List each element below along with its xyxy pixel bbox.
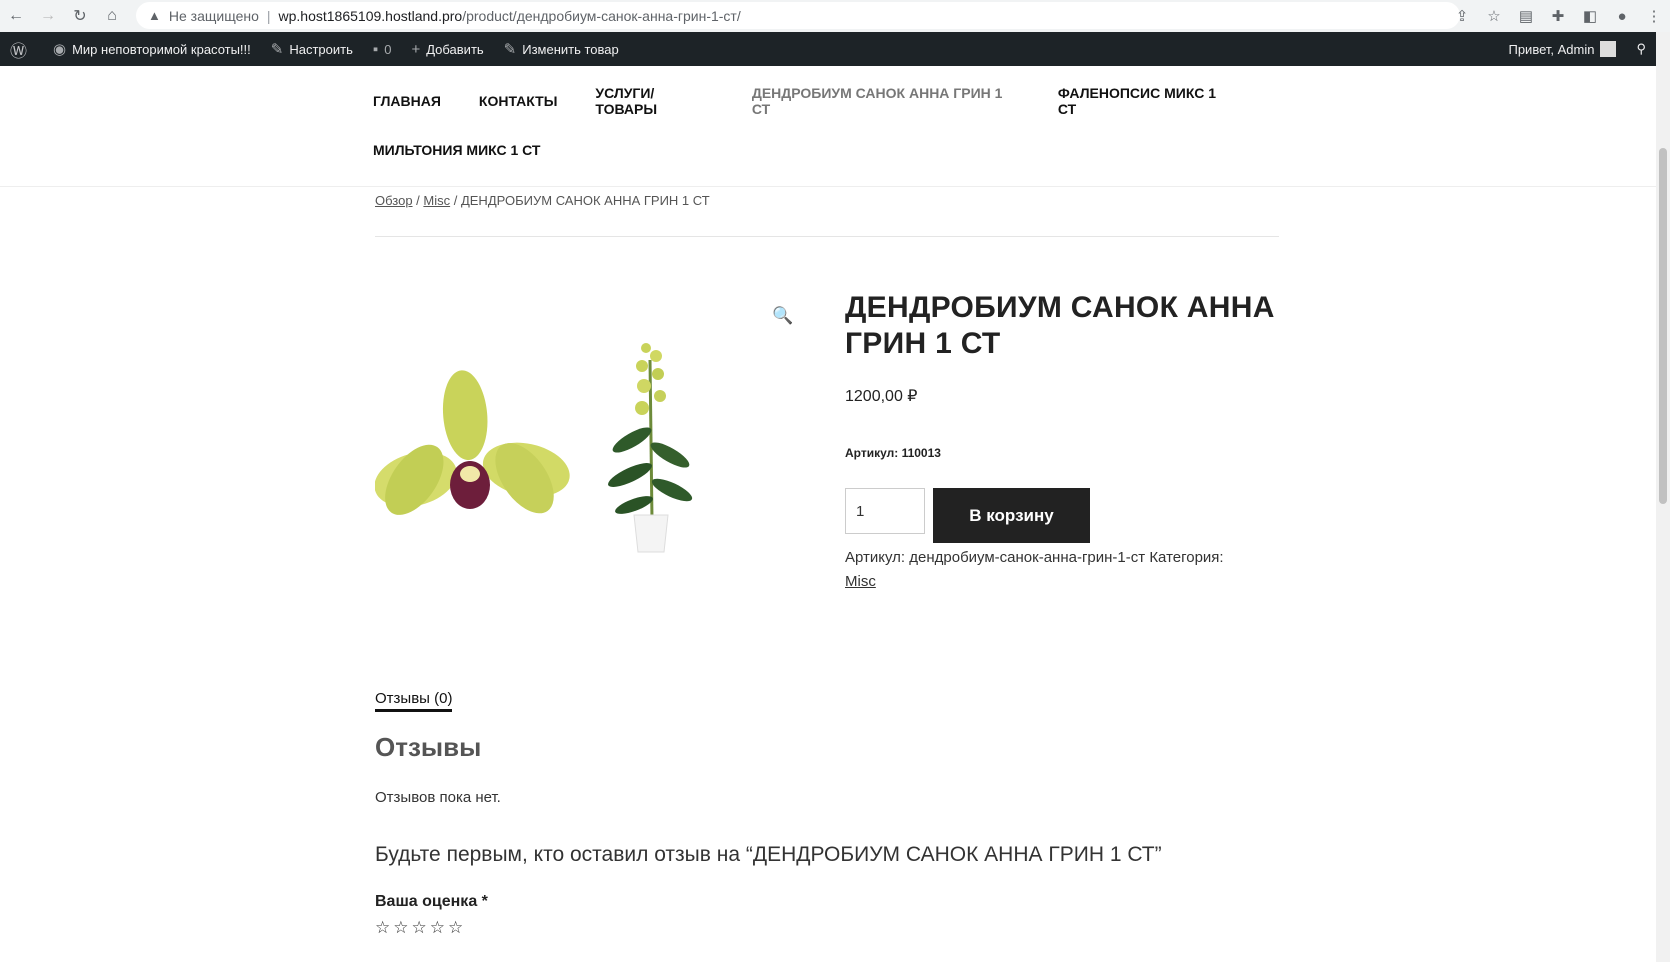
potted-plant — [608, 343, 693, 553]
comment-icon: ▪ — [372, 40, 379, 58]
breadcrumb: Обзор / Misc / ДЕНДРОБИУМ САНОК АННА ГРИ… — [375, 193, 710, 208]
dashboard-icon: ◉ — [53, 41, 67, 58]
url-host: wp.host1865109.hostland.pro — [278, 7, 463, 24]
edit-product-button[interactable]: ✎ Изменить товар — [494, 32, 629, 66]
reload-icon[interactable]: ↻ — [64, 0, 96, 32]
product-gallery[interactable] — [374, 290, 795, 610]
star-3-icon[interactable]: ☆ — [412, 918, 427, 938]
avatar — [1600, 41, 1617, 57]
home-icon[interactable]: ⌂ — [96, 0, 128, 32]
breadcrumb-category-link[interactable]: Misc — [423, 193, 450, 208]
back-icon[interactable]: ← — [0, 0, 32, 32]
review-form-title: Будьте первым, кто оставил отзыв на “ДЕН… — [375, 843, 1162, 866]
reviews-heading: Отзывы — [375, 732, 482, 762]
warning-icon: ▲ — [148, 8, 161, 23]
product-image — [374, 343, 693, 553]
required-mark: * — [481, 893, 488, 910]
quantity-input[interactable] — [845, 488, 925, 534]
plus-icon: + — [411, 40, 421, 58]
meta-category-link[interactable]: Misc — [845, 573, 876, 590]
bookmark-star-icon[interactable]: ☆ — [1478, 0, 1510, 32]
rating-stars: ☆ ☆ ☆ ☆ ☆ — [375, 918, 466, 938]
admin-bar-right: Привет, Admin ⚲ — [1498, 32, 1656, 66]
pencil-icon: ✎ — [503, 41, 517, 58]
star-5-icon[interactable]: ☆ — [448, 918, 463, 938]
orchid-bloom — [374, 370, 570, 515]
breadcrumb-divider — [375, 236, 1279, 237]
product-price: 1200,00 ₽ — [845, 388, 918, 405]
browser-toolbar: ← → ↻ ⌂ ▲ Не защищено | wp.host1865109.h… — [0, 0, 1670, 32]
address-bar[interactable]: ▲ Не защищено | wp.host1865109.hostland.… — [136, 2, 1460, 29]
tab-search-icon[interactable]: ▤ — [1510, 0, 1542, 32]
nav-item-home[interactable]: ГЛАВНАЯ — [373, 93, 441, 109]
brush-icon: ✎ — [270, 41, 284, 58]
product-title: ДЕНДРОБИУМ САНОК АННА ГРИН 1 СТ — [845, 291, 1275, 360]
comments-button[interactable]: ▪ 0 — [363, 32, 402, 66]
header-divider — [0, 186, 1656, 187]
star-1-icon[interactable]: ☆ — [375, 918, 390, 938]
my-account-button[interactable]: Привет, Admin — [1498, 32, 1626, 66]
extensions-icon[interactable]: ✚ — [1542, 0, 1574, 32]
rating-label-text: Ваша оценка — [375, 893, 478, 910]
wordpress-icon: Ⓦ — [10, 41, 27, 61]
no-reviews-text: Отзывов пока нет. — [375, 789, 501, 806]
customize-label: Настроить — [289, 41, 353, 57]
nav-item-contacts[interactable]: КОНТАКТЫ — [479, 93, 557, 109]
site-name-label: Мир неповторимой красоты!!! — [72, 41, 251, 57]
menu-icon[interactable]: ⋮ — [1638, 0, 1670, 32]
meta-category-label: Категория: — [1149, 549, 1224, 566]
breadcrumb-current: ДЕНДРОБИУМ САНОК АННА ГРИН 1 СТ — [460, 193, 710, 208]
page-scrollbar-thumb[interactable] — [1659, 148, 1667, 504]
meta-sku: Артикул: дендробиум-санок-анна-грин-1-ст — [845, 549, 1146, 566]
add-to-cart-button[interactable]: В корзину — [933, 488, 1090, 543]
customize-button[interactable]: ✎ Настроить — [261, 32, 363, 66]
wp-logo-button[interactable]: Ⓦ — [0, 32, 43, 66]
add-new-label: Добавить — [426, 41, 484, 57]
product-sku: Артикул: 110013 — [845, 446, 941, 460]
browser-actions: ⇪ ☆ ▤ ✚ ◧ ● ⋮ — [1446, 0, 1670, 32]
omnibox-separator: | — [266, 7, 271, 24]
search-icon: ⚲ — [1636, 41, 1646, 56]
primary-navigation: ГЛАВНАЯ КОНТАКТЫ УСЛУГИ/ТОВАРЫ ДЕНДРОБИУ… — [373, 85, 1273, 165]
product-meta: Артикул: дендробиум-санок-анна-грин-1-ст… — [845, 546, 1285, 594]
breadcrumb-separator: / — [450, 193, 461, 208]
breadcrumb-separator: / — [412, 193, 424, 208]
nav-item-miltonia[interactable]: МИЛЬТОНИЯ МИКС 1 СТ — [373, 142, 541, 158]
tab-reviews[interactable]: Отзывы (0) — [375, 690, 453, 712]
url-path: /product/дендробиум-санок-анна-грин-1-ст… — [462, 7, 741, 24]
nav-item-dendrobium[interactable]: ДЕНДРОБИУМ САНОК АННА ГРИН 1 СТ — [752, 85, 1020, 117]
rating-label: Ваша оценка * — [375, 893, 488, 911]
side-panel-icon[interactable]: ◧ — [1574, 0, 1606, 32]
site-name-button[interactable]: ◉ Мир неповторимой красоты!!! — [43, 32, 261, 66]
zoom-icon[interactable]: 🔍 — [772, 306, 793, 326]
star-4-icon[interactable]: ☆ — [430, 918, 445, 938]
security-label: Не защищено — [168, 7, 259, 24]
breadcrumb-home-link[interactable]: Обзор — [375, 193, 413, 208]
share-icon[interactable]: ⇪ — [1446, 0, 1478, 32]
nav-item-services[interactable]: УСЛУГИ/ТОВАРЫ — [595, 85, 713, 117]
star-2-icon[interactable]: ☆ — [393, 918, 408, 938]
comments-count: 0 — [384, 41, 392, 57]
greeting-label: Привет, Admin — [1508, 41, 1595, 57]
nav-item-phalaenopsis[interactable]: ФАЛЕНОПСИС МИКС 1 СТ — [1058, 85, 1235, 117]
add-new-button[interactable]: + Добавить — [401, 32, 493, 66]
profile-icon[interactable]: ● — [1606, 0, 1638, 32]
forward-icon[interactable]: → — [32, 0, 64, 32]
admin-search-button[interactable]: ⚲ — [1626, 32, 1656, 66]
wp-admin-bar: Ⓦ ◉ Мир неповторимой красоты!!! ✎ Настроит… — [0, 32, 1656, 66]
edit-product-label: Изменить товар — [522, 41, 619, 57]
